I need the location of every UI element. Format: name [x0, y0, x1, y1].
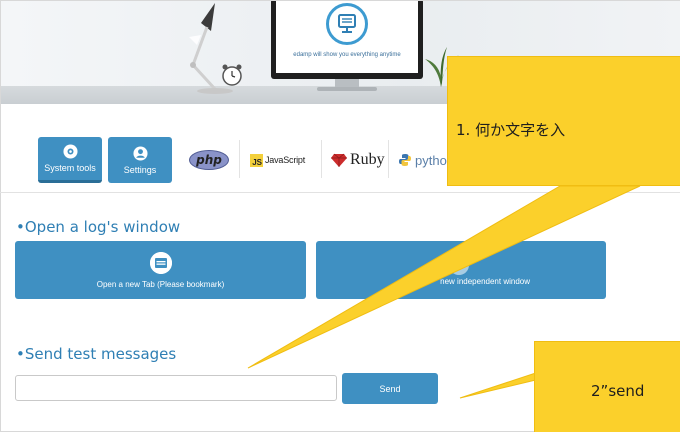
callout-2: 2”send [534, 341, 680, 432]
callout-1-text: 1. 何か文字を入 [456, 121, 566, 139]
callout-1: 1. 何か文字を入 [447, 56, 680, 186]
callout-2-text: 2”send [591, 382, 645, 400]
